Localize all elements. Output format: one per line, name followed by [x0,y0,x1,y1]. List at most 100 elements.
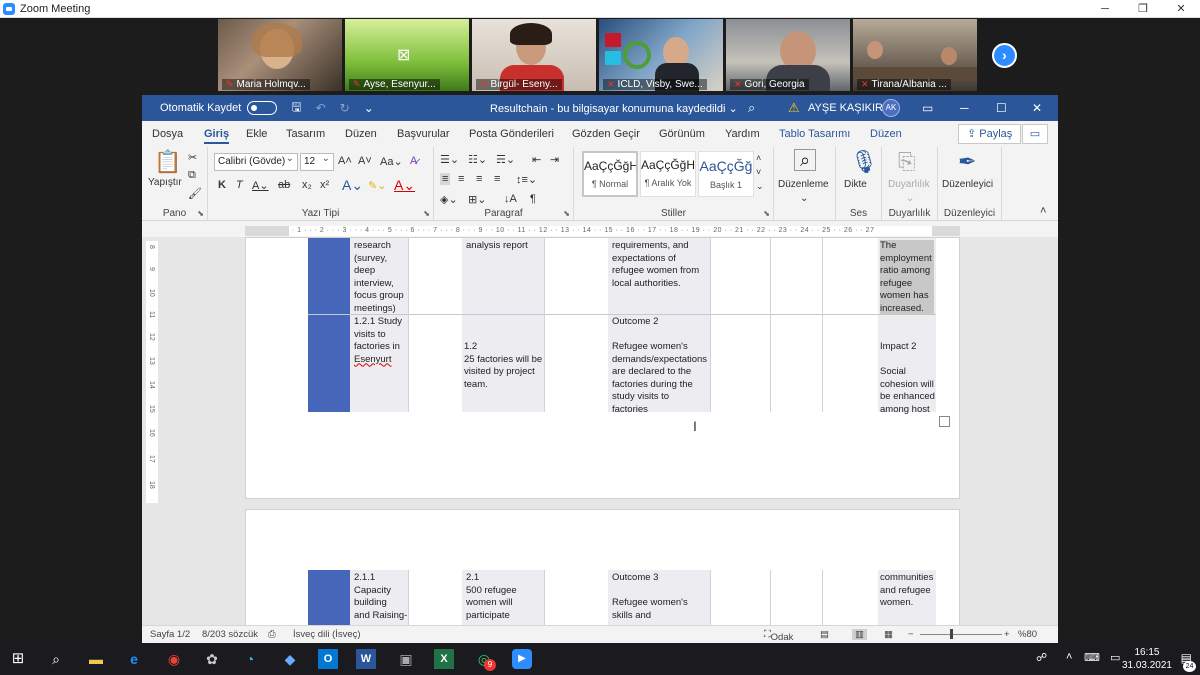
paint-icon[interactable]: ✿ [202,649,222,669]
table-cell[interactable]: research (survey, deep interview, focus … [354,240,408,315]
read-mode-icon[interactable]: ▤ [820,629,829,640]
align-left-icon[interactable]: ≡ [440,173,451,185]
participant-tile[interactable]: ✕ ICLD, Visby, Swe... [599,19,723,91]
launcher-icon[interactable]: ⬊ [197,209,204,218]
keyboard-icon[interactable]: ⌨ [1084,651,1100,664]
web-layout-icon[interactable]: ▦ [884,629,893,640]
chevron-up-icon[interactable]: ˄ [1066,651,1072,663]
minimize-button[interactable]: ─ [1086,0,1124,18]
tab-basvurular[interactable]: Başvurular [397,128,450,140]
tab-gorunum[interactable]: Görünüm [659,128,705,140]
minimize-button[interactable]: ─ [960,101,969,115]
autosave-toggle[interactable] [247,101,278,115]
table-cell[interactable]: 1.2.1 Study visits to factories in Eseny… [354,316,408,366]
close-button[interactable]: ✕ [1032,101,1042,115]
table-cell[interactable]: analysis report [466,240,546,253]
edge-icon[interactable]: ◔ [240,649,260,669]
sensitivity-icon[interactable]: ⎘ [898,149,916,175]
superscript-icon[interactable]: x² [320,179,329,191]
network-icon[interactable]: ▭ [1110,651,1120,664]
people-icon[interactable]: ☍ [1036,651,1047,664]
comment-icon[interactable]: ▭ [1022,124,1048,144]
participant-tile[interactable]: ✎ Maria Holmqv... [218,19,342,91]
copy-icon[interactable]: ⧉ [188,169,196,182]
document-title[interactable]: Resultchain - bu bilgisayar konumuna kay… [490,102,738,115]
styles-scroll-icon[interactable]: ˄ ˅ ⌄ [756,151,764,193]
proofing-icon[interactable]: ⎙ [268,629,276,640]
underline-icon[interactable]: A⌄ [252,179,269,192]
text-effects-icon[interactable]: A⌄ [342,177,363,194]
search-icon[interactable]: ⌕ [46,649,66,669]
table-cell[interactable]: communities and refugee women. [880,572,936,610]
tab-posta[interactable]: Posta Gönderileri [469,128,554,140]
zoom-slider-thumb[interactable] [950,629,953,639]
save-icon[interactable]: 🖫 [291,98,301,119]
borders-icon[interactable]: ⊞⌄ [468,193,486,206]
table-cell[interactable]: Outcome 3 Refugee women's skills and [612,572,712,622]
table-cell[interactable]: 2.1 500 refugee women will participate [466,572,544,622]
zoom-app-icon[interactable]: ▶ [512,649,532,669]
focus-button[interactable]: ⛶ Odak [764,629,793,643]
align-right-icon[interactable]: ≡ [476,173,482,185]
find-icon[interactable]: ⌕ [794,149,816,171]
line-spacing-icon[interactable]: ↕≡⌄ [516,173,537,186]
multilevel-list-icon[interactable]: ☴⌄ [496,153,515,166]
launcher-icon[interactable]: ⬊ [763,209,770,218]
document-page[interactable]: research (survey, deep interview, focus … [245,237,960,499]
style-heading-1[interactable]: AaÇçĞğ Başlık 1 [698,151,754,197]
participant-tile[interactable]: ✕ Birgül- Eseny... [472,19,596,91]
show-formatting-icon[interactable]: ¶ [530,193,536,205]
shading-icon[interactable]: ◈⌄ [440,193,458,206]
numbering-icon[interactable]: ☷⌄ [468,153,487,166]
maximize-button[interactable]: ☐ [996,101,1007,115]
shrink-font-icon[interactable]: A˅ [358,155,372,167]
chevron-down-icon[interactable]: ⌄ [800,193,808,204]
font-size-select[interactable]: 12 [300,151,334,171]
excel-icon[interactable]: X [434,649,454,669]
tab-tablo-duzen[interactable]: Düzen [870,128,902,140]
increase-indent-icon[interactable]: ⇥ [550,153,559,166]
cut-icon[interactable]: ✂ [188,151,197,164]
search-icon[interactable]: ⌕ [748,100,755,116]
warning-icon[interactable]: ⚠ [788,100,800,116]
bold-icon[interactable]: K [218,179,226,191]
tab-dosya[interactable]: Dosya [152,128,183,140]
participant-tile[interactable]: ⊠ ✎ Ayse, Esenyur... [345,19,469,91]
launcher-icon[interactable]: ⬊ [563,209,570,218]
outlook-icon[interactable]: O [318,649,338,669]
redo-icon[interactable]: ↻ [340,101,350,115]
close-button[interactable]: ✕ [1162,0,1200,18]
share-button[interactable]: ⇪ Paylaş [958,124,1022,144]
subscript-icon[interactable]: x₂ [302,179,312,191]
table-resize-handle[interactable] [939,416,950,427]
format-painter-icon[interactable]: 🖌 [188,187,202,200]
language-indicator[interactable]: İsveç dili (İsveç) [293,629,361,640]
table-cell-selected[interactable]: The employment ratio among refugee women… [880,240,934,315]
style-no-spacing[interactable]: AaÇçĞğH ¶ Aralık Yok [640,151,696,197]
clock[interactable]: 16:15 31.03.2021 [1122,646,1172,672]
editor-button[interactable]: Düzenleyici [942,179,993,190]
print-layout-icon[interactable]: ▥ [852,629,867,640]
table-cell[interactable]: 2.1.1 Capacity building and Raising- [354,572,408,622]
font-family-select[interactable]: Calibri (Gövde) [214,151,298,171]
internet-explorer-icon[interactable]: e [124,649,144,669]
zoom-in-button[interactable]: + [1004,629,1010,640]
horizontal-ruler[interactable]: · 2 · 1 · 1 · · · 1 · · · 2 · · · 3 · · … [142,225,1058,237]
zoom-level[interactable]: %80 [1018,629,1037,640]
collapse-ribbon-icon[interactable]: ˄ [1040,205,1046,217]
next-page-button[interactable]: › [992,43,1017,68]
justify-icon[interactable]: ≡ [494,173,500,185]
tab-gozden-gecir[interactable]: Gözden Geçir [572,128,640,140]
align-center-icon[interactable]: ≡ [458,173,464,185]
font-color-icon[interactable]: A⌄ [394,177,415,194]
italic-icon[interactable]: T [236,179,243,191]
tab-tablo-tasarimi[interactable]: Tablo Tasarımı [779,128,850,140]
style-normal[interactable]: AaÇçĞğH ¶ Normal [582,151,638,197]
zoom-slider[interactable] [920,634,1002,635]
calculator-icon[interactable]: ▣ [396,649,416,669]
file-explorer-icon[interactable]: ▬ [86,649,106,669]
tab-giris[interactable]: Giriş [204,128,230,144]
paste-button[interactable]: Yapıştır [148,177,182,188]
restore-button[interactable]: ❐ [1124,0,1162,18]
store-icon[interactable]: ◆ [280,649,300,669]
